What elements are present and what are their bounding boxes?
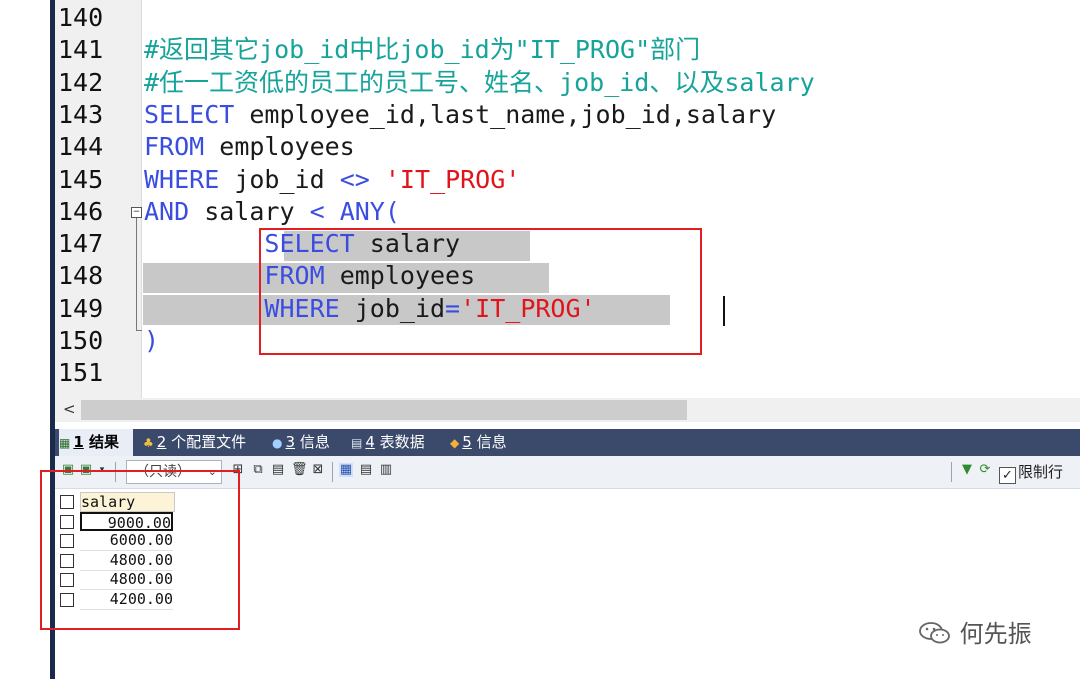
sql-keyword: )	[144, 326, 160, 355]
toolbar-separator	[332, 462, 333, 482]
text-view-icon[interactable]: ▥	[379, 463, 393, 477]
horizontal-scrollbar[interactable]: <	[55, 398, 1080, 422]
filter-icon[interactable]: ▼	[960, 463, 974, 477]
annotation-box-subquery	[259, 228, 702, 355]
sql-keyword: ANY(	[339, 196, 400, 226]
code-text: #任一工资低的员工的员工号、姓名、job_id、以及salary	[144, 67, 815, 99]
sql-keyword: AND	[144, 196, 190, 226]
text-cursor	[723, 296, 725, 326]
code-line[interactable]: 143 SELECT employee_id,last_name,job_id,s…	[55, 99, 1080, 131]
limit-rows-checkbox[interactable]: ✓	[999, 467, 1016, 484]
toolbar-separator	[951, 462, 952, 482]
code-text: #返回其它job_id中比job_id为"IT_PROG"部门	[144, 34, 700, 66]
line-number: 142	[58, 67, 104, 97]
line-number: 145	[58, 164, 104, 194]
code-line[interactable]: 141 #返回其它job_id中比job_id为"IT_PROG"部门	[55, 34, 1080, 66]
info2-icon: ◆	[450, 436, 460, 450]
sql-keyword: WHERE	[144, 164, 220, 194]
watermark: 何先振	[918, 614, 1032, 649]
annotation-box-results	[40, 470, 240, 630]
reset-filter-icon[interactable]: ⟳	[978, 463, 992, 477]
tab-info[interactable]: ● 3 信息	[272, 429, 330, 456]
code-line[interactable]: 142 #任一工资低的员工的员工号、姓名、job_id、以及salary	[55, 67, 1080, 99]
code-text: SELECT employee_id,last_name,job_id,sala…	[144, 99, 776, 131]
line-number: 147	[58, 229, 104, 259]
profile-icon: ♣	[143, 436, 154, 450]
sql-text: job_id	[219, 164, 340, 194]
grid-view-icon[interactable]: ▦	[339, 463, 353, 477]
line-number: 151	[58, 358, 104, 388]
results-icon: ▦	[59, 436, 71, 450]
limit-rows[interactable]: ✓ 限制行	[995, 460, 1063, 484]
table-data-icon: ▤	[351, 436, 363, 450]
line-number: 144	[58, 132, 104, 162]
line-number: 143	[58, 99, 104, 129]
sql-comment: #返回其它job_id中比job_id为"IT_PROG"部门	[144, 35, 701, 65]
tab-profile[interactable]: ♣ 2 个配置文件	[143, 429, 246, 456]
line-number: 146	[58, 196, 104, 226]
watermark-text: 何先振	[959, 620, 1032, 648]
code-text: AND salary < ANY(	[144, 196, 400, 228]
sql-text: employee_id,last_name,job_id,salary	[234, 99, 777, 129]
code-line[interactable]: 140	[55, 2, 1080, 34]
line-number: 141	[58, 35, 104, 65]
line-number: 148	[58, 261, 104, 291]
code-text: FROM employees	[144, 131, 355, 163]
tab-results[interactable]: ▦ 1 结果	[59, 429, 133, 456]
sql-text: employees	[204, 132, 355, 162]
sql-keyword: SELECT	[144, 99, 235, 129]
sql-editor[interactable]: − 140 141 #返回其它job_id中比job_id为"IT_PROG"部门 1…	[55, 0, 1080, 398]
code-text: )	[144, 325, 159, 357]
results-tabs: ▦ 1 结果 ♣ 2 个配置文件 ● 3 信息 ▤ 4 表数据 ◆ 5 信息	[55, 429, 1080, 456]
sql-string: 'IT_PROG'	[384, 164, 521, 194]
duplicate-row-icon[interactable]: ⧉	[251, 463, 265, 477]
sql-keyword: FROM	[144, 132, 205, 162]
form-view-icon[interactable]: ▤	[359, 463, 373, 477]
sql-keyword: <	[309, 196, 325, 226]
code-line[interactable]: 151	[55, 357, 1080, 389]
code-line[interactable]: 145 WHERE job_id <> 'IT_PROG'	[55, 164, 1080, 196]
line-number: 150	[58, 326, 104, 355]
code-text: WHERE job_id <> 'IT_PROG'	[144, 164, 520, 196]
tab-info-5[interactable]: ◆ 5 信息	[450, 429, 507, 456]
tab-table-data[interactable]: ▤ 4 表数据	[351, 429, 425, 456]
info-icon: ●	[272, 436, 283, 450]
wechat-icon	[918, 621, 952, 645]
scroll-left-icon[interactable]: <	[63, 400, 76, 418]
delete-icon[interactable]: 🗑	[291, 463, 308, 477]
code-line[interactable]: 146 AND salary < ANY(	[55, 196, 1080, 228]
sql-comment: #任一工资低的员工的员工号、姓名、job_id、以及salary	[144, 67, 815, 97]
sql-keyword: <>	[339, 164, 370, 194]
save-icon[interactable]: ▤	[271, 463, 285, 477]
line-number: 149	[58, 293, 104, 323]
code-line[interactable]: 144 FROM employees	[55, 131, 1080, 163]
line-number: 140	[58, 3, 104, 32]
refresh-grid-icon[interactable]: ⊠	[311, 463, 325, 477]
sql-text: salary	[189, 196, 310, 226]
scrollbar-thumb[interactable]	[81, 400, 687, 420]
